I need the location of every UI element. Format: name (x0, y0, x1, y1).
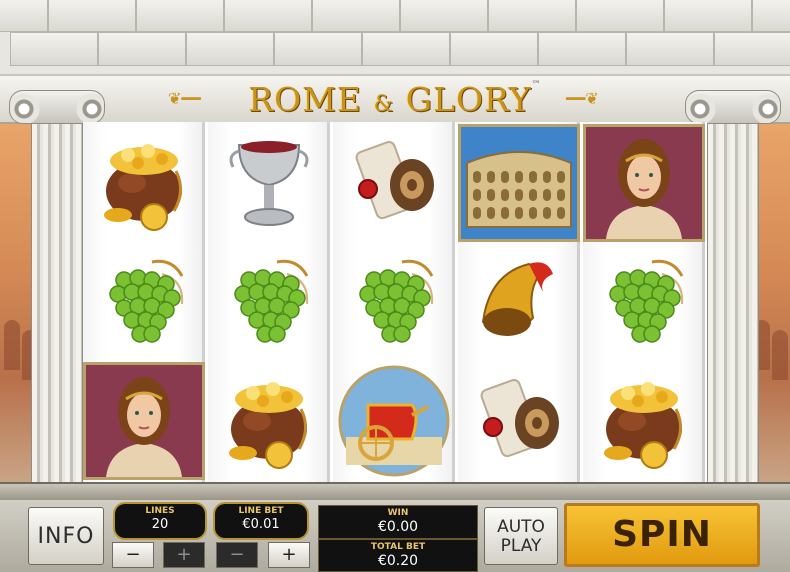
laurel-right-icon: ━━❦ (566, 89, 599, 108)
title-ampersand: & (373, 92, 395, 117)
ionic-column-left (9, 90, 105, 482)
lines-decrease-button[interactable]: − (112, 542, 154, 568)
colosseum-symbol-icon (458, 124, 580, 242)
info-button[interactable]: INFO (28, 507, 104, 565)
reel-1 (83, 122, 205, 482)
gold-pot-symbol-icon (83, 124, 205, 242)
win-display: WIN €0.00 (318, 505, 478, 539)
ionic-column-right (685, 90, 781, 482)
war-horn-symbol-icon (458, 243, 580, 361)
grapes-symbol-icon (333, 243, 455, 361)
total-bet-label: TOTAL BET (370, 542, 426, 552)
line-bet-increase-button[interactable]: + (268, 542, 310, 568)
marble-wall (0, 0, 790, 76)
silver-chalice-symbol-icon (208, 124, 330, 242)
scroll-symbol-icon (458, 362, 580, 480)
reel-5 (583, 122, 705, 482)
auto-play-line1: AUTO (497, 517, 545, 537)
goddess-symbol-icon (583, 124, 705, 242)
win-label: WIN (387, 508, 409, 518)
line-bet-display: LINE BET €0.01 (215, 504, 307, 538)
auto-play-button[interactable]: AUTO PLAY (484, 507, 558, 565)
lines-value: 20 (151, 517, 169, 532)
total-bet-display: TOTAL BET €0.20 (318, 539, 478, 572)
lines-increase-button[interactable]: + (163, 542, 205, 568)
reel-4 (458, 122, 580, 482)
reel-2 (208, 122, 330, 482)
grapes-symbol-icon (83, 243, 205, 361)
lines-display: LINES 20 (115, 504, 205, 538)
line-bet-value: €0.01 (242, 517, 280, 532)
scroll-symbol-icon (333, 124, 455, 242)
reel-3 (333, 122, 455, 482)
title-banner: ❦━━ ROME & GLORY™ ━━❦ (0, 74, 790, 124)
trademark-symbol: ™ (531, 80, 542, 90)
win-value: €0.00 (377, 519, 419, 535)
goddess-symbol-icon (83, 362, 205, 480)
auto-play-line2: PLAY (500, 536, 542, 556)
gold-pot-symbol-icon (208, 362, 330, 480)
title-word-glory: GLORY (405, 80, 532, 119)
reel-area (83, 122, 707, 482)
grapes-symbol-icon (583, 243, 705, 361)
line-bet-label: LINE BET (238, 506, 284, 516)
game-title: ROME & GLORY™ (0, 80, 790, 119)
lines-label: LINES (145, 506, 175, 516)
chariot-symbol-icon (333, 362, 455, 480)
total-bet-value: €0.20 (377, 553, 419, 569)
spin-button[interactable]: SPIN (564, 503, 760, 567)
grapes-symbol-icon (208, 243, 330, 361)
title-word-rome: ROME (248, 80, 363, 119)
gold-pot-symbol-icon (583, 362, 705, 480)
line-bet-decrease-button[interactable]: − (216, 542, 258, 568)
